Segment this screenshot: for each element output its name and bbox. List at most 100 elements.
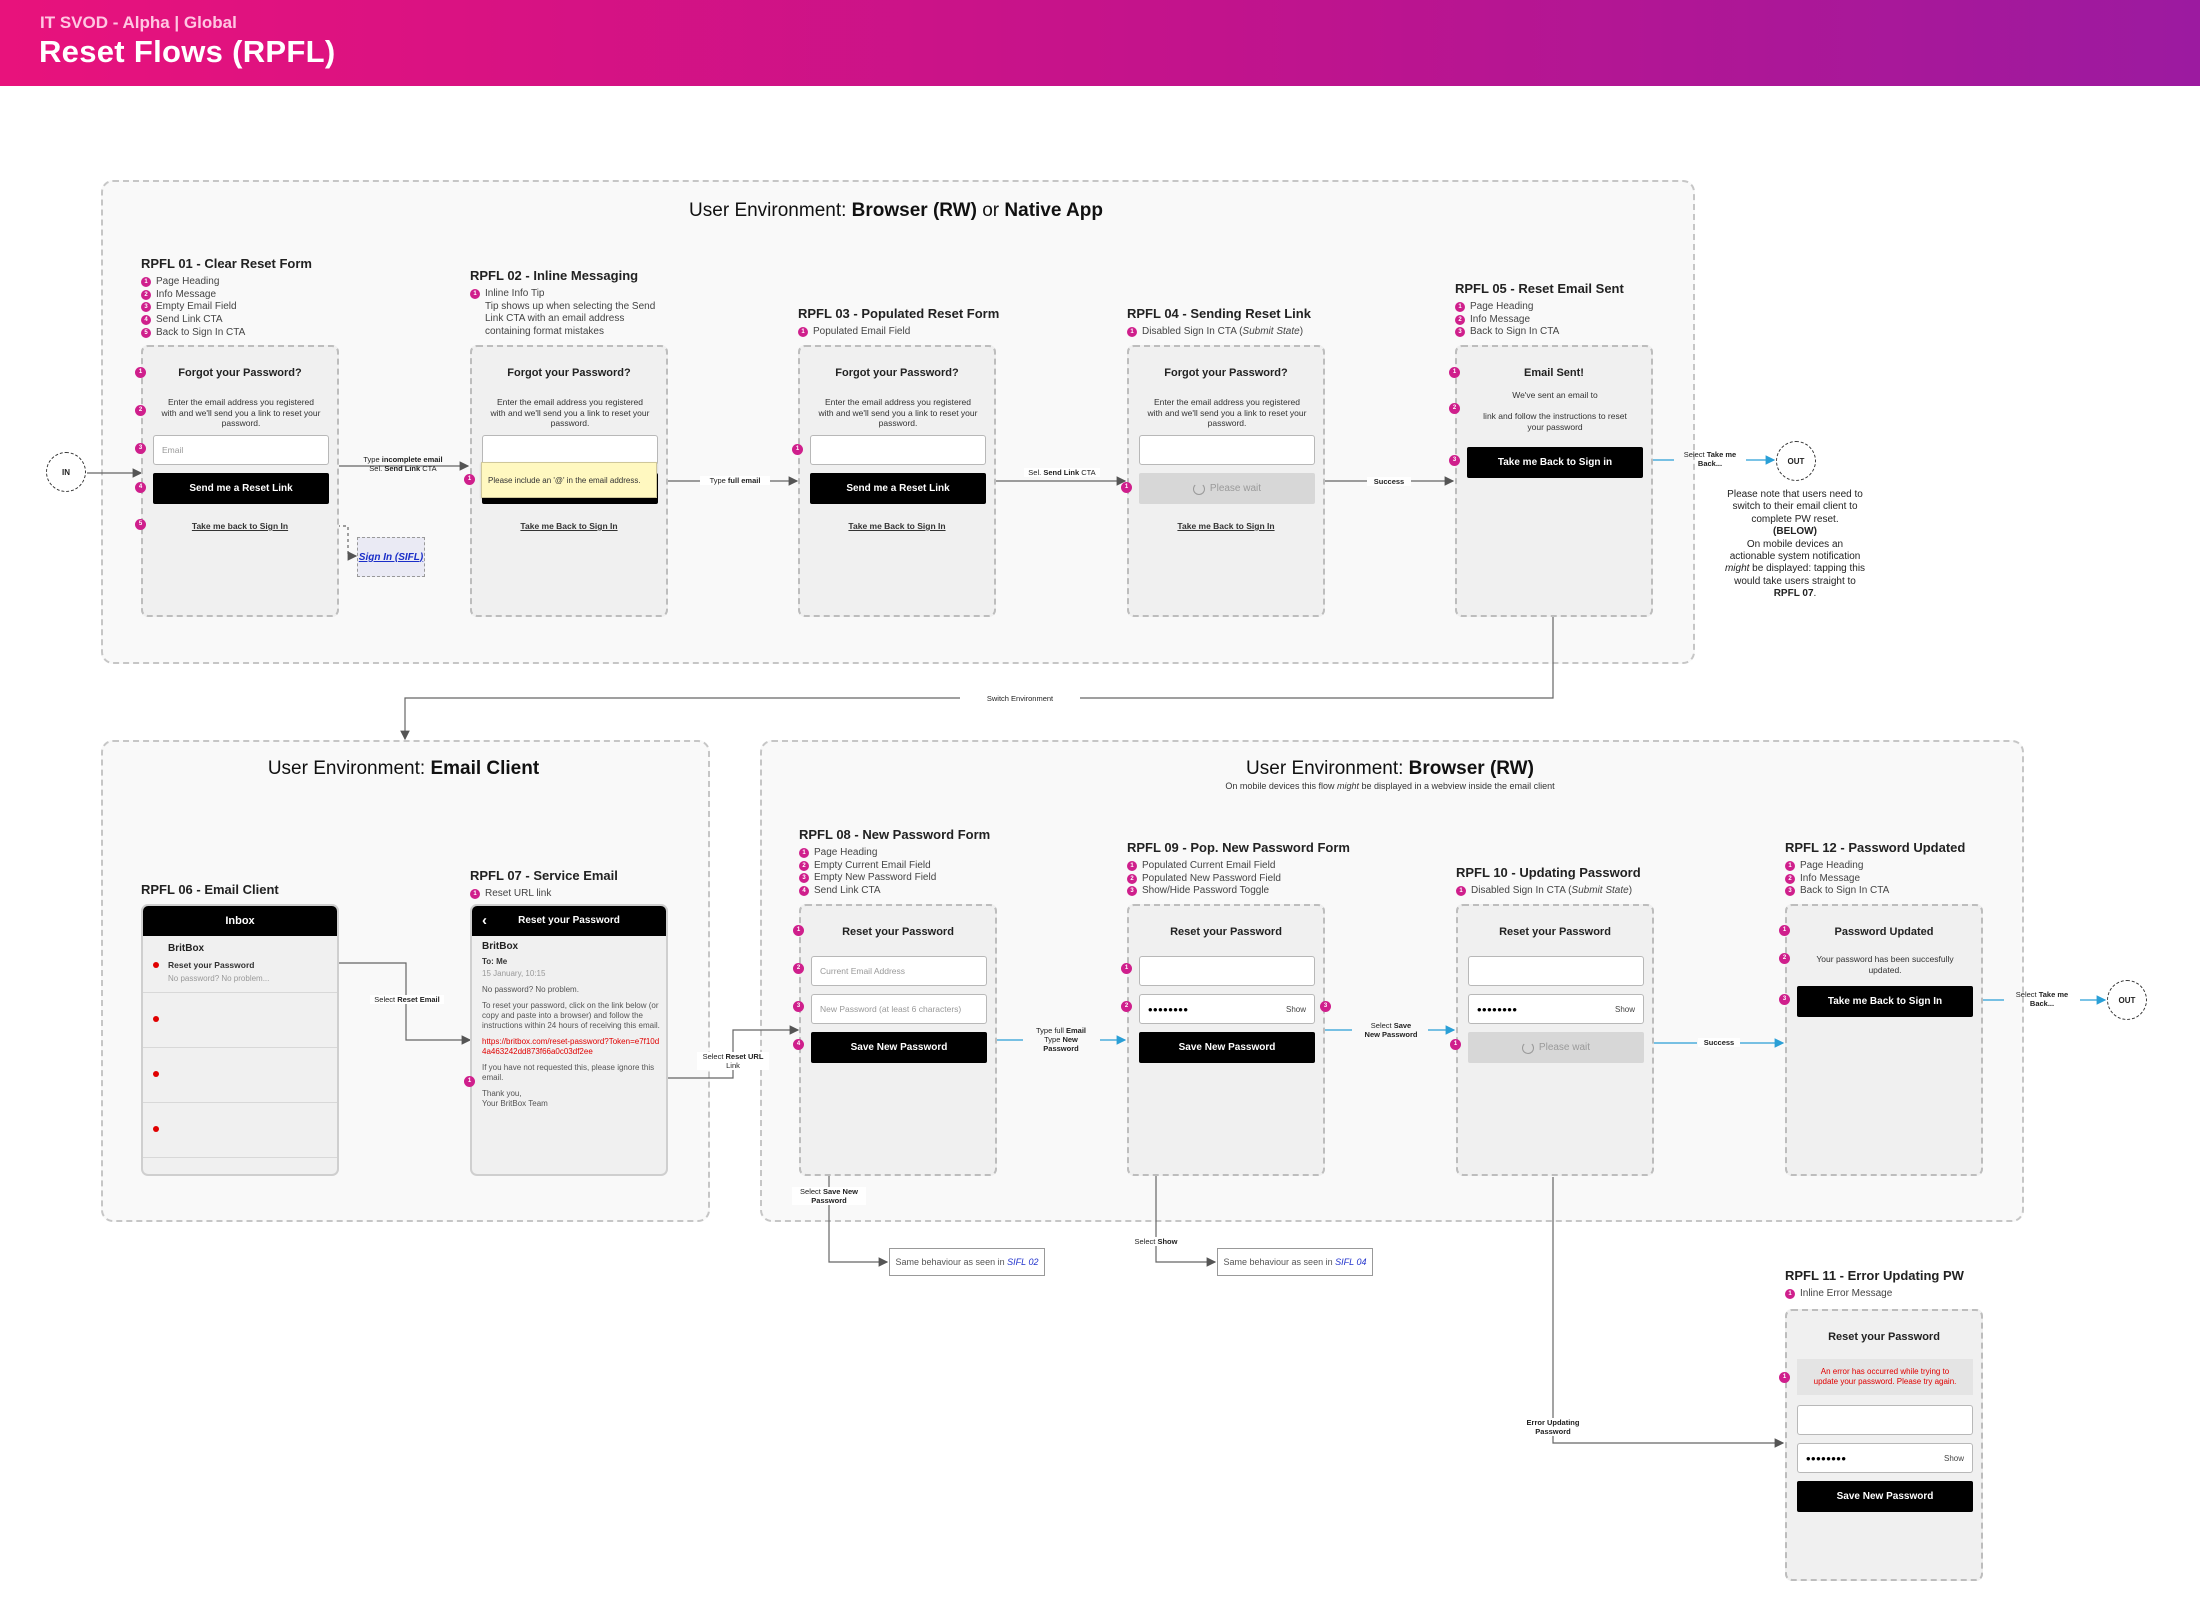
- new-password-field[interactable]: New Password (at least 6 characters): [811, 994, 987, 1024]
- back-to-sign-in-button[interactable]: Take me Back to Sign In: [1797, 986, 1973, 1017]
- screen-title-rpfl06: RPFL 06 - Email Client: [141, 882, 279, 897]
- legend-rpfl04: 1 Disabled Sign In CTA (Submit State): [1127, 326, 1327, 339]
- email-to: To: Me: [482, 957, 508, 966]
- email-paragraph: If you have not requested this, please i…: [482, 1063, 655, 1082]
- label-select-save-new-password: Select Save New Password: [792, 1187, 866, 1205]
- back-to-sign-in-button[interactable]: Take me Back to Sign in: [1467, 447, 1643, 478]
- reset-url-link[interactable]: https://britbox.com/reset-password?Token…: [482, 1037, 660, 1057]
- forgot-heading: Forgot your Password?: [835, 367, 959, 379]
- loading-spinner-icon: [1192, 482, 1205, 495]
- label-type-full-email-new-pw: Type full Email Type New Password: [1035, 1026, 1087, 1053]
- unread-dot-icon: [153, 962, 159, 968]
- screen-title-rpfl11: RPFL 11 - Error Updating PW: [1785, 1268, 1964, 1283]
- save-new-password-button[interactable]: Save New Password: [1139, 1032, 1315, 1063]
- email-from: BritBox: [482, 941, 519, 952]
- badge: 3: [1449, 455, 1460, 466]
- screen-title-rpfl04: RPFL 04 - Sending Reset Link: [1127, 306, 1311, 321]
- badge: 1: [1779, 1372, 1790, 1383]
- label-select-take-me-back-2: Select Take me Back...: [2015, 990, 2069, 1008]
- email-signoff: Thank you,: [482, 1089, 522, 1098]
- current-email-field[interactable]: Current Email Address: [811, 956, 987, 986]
- reference-sifl04: Same behaviour as seen in SIFL 04: [1217, 1248, 1373, 1276]
- back-to-sign-in-link[interactable]: Take me back to Sign In: [143, 521, 337, 531]
- label-type-incomplete: Type incomplete email Sel. Send Link CTA: [363, 455, 443, 473]
- back-to-sign-in-link[interactable]: Take me Back to Sign In: [472, 521, 666, 531]
- info-message: Your password has been succesfully updat…: [1816, 954, 1954, 975]
- password-updated-heading: Password Updated: [1834, 926, 1934, 938]
- email-preview: No password? No problem...: [168, 974, 270, 983]
- badge: 3: [135, 443, 146, 454]
- label-error-updating: Error Updating Password: [1522, 1418, 1584, 1436]
- save-new-password-button[interactable]: Save New Password: [1797, 1481, 1973, 1512]
- inline-error-message: An error has occurred while trying to up…: [1797, 1359, 1973, 1395]
- inbox-email-row[interactable]: BritBox Reset your Password No password?…: [143, 936, 337, 993]
- screen-rpfl04: Forgot your Password? Enter the email ad…: [1127, 345, 1325, 617]
- screen-rpfl03: Forgot your Password? Enter the email ad…: [798, 345, 996, 617]
- screen-rpfl11: Reset your Password An error has occurre…: [1785, 1309, 1983, 1581]
- current-email-field[interactable]: [1139, 956, 1315, 986]
- badge: 3: [1779, 994, 1790, 1005]
- email-paragraph: No password? No problem.: [482, 985, 579, 994]
- badge: 1: [1121, 963, 1132, 974]
- flow-end-node-2: OUT: [2107, 980, 2147, 1020]
- forgot-heading: Forgot your Password?: [1164, 367, 1288, 379]
- arrow-10-to-11: [1552, 1177, 1785, 1448]
- badge: 1: [792, 444, 803, 455]
- badge: 2: [793, 963, 804, 974]
- screen-title-rpfl07: RPFL 07 - Service Email: [470, 868, 618, 883]
- screen-rpfl01: Forgot your Password? Enter the email ad…: [141, 345, 339, 617]
- save-new-password-button[interactable]: Save New Password: [811, 1032, 987, 1063]
- show-password-toggle[interactable]: Show: [1944, 1454, 1964, 1463]
- email-field[interactable]: Email: [153, 435, 329, 465]
- inline-info-tip: Please include an '@' in the email addre…: [481, 462, 657, 498]
- new-password-field[interactable]: •••••••• Show: [1797, 1443, 1973, 1473]
- label-sel-send-link: Sel. Send Link CTA: [1024, 468, 1100, 477]
- back-to-sign-in-link[interactable]: Take me Back to Sign In: [1129, 521, 1323, 531]
- screen-title-rpfl12: RPFL 12 - Password Updated: [1785, 840, 1966, 855]
- screen-rpfl06: Inbox BritBox Reset your Password No pas…: [141, 904, 339, 1176]
- back-to-sign-in-link[interactable]: Take me Back to Sign In: [800, 521, 994, 531]
- badge: 2: [135, 405, 146, 416]
- screen-title-rpfl03: RPFL 03 - Populated Reset Form: [798, 306, 1000, 321]
- screen-rpfl07: ‹ Reset your Password BritBox To: Me 15 …: [470, 904, 668, 1176]
- send-reset-link-button[interactable]: Send me a Reset Link: [810, 473, 986, 504]
- label-select-save-new: Select Save New Password: [1364, 1021, 1418, 1039]
- label-success: Success: [1367, 477, 1411, 486]
- info-message: Enter the email address you registered w…: [818, 397, 978, 428]
- unread-dot-icon: [153, 1126, 159, 1132]
- screen-title-rpfl09: RPFL 09 - Pop. New Password Form: [1127, 840, 1350, 855]
- label-switch-environment: Switch Environment: [960, 694, 1080, 703]
- out-note: Please note that users need to switch to…: [1724, 489, 1866, 600]
- new-password-field[interactable]: •••••••• Show: [1468, 994, 1644, 1024]
- label-select-reset-email: Select Reset Email: [370, 995, 444, 1004]
- email-field[interactable]: [810, 435, 986, 465]
- info-message: Enter the email address you registered w…: [161, 397, 321, 428]
- screen-title-rpfl02: RPFL 02 - Inline Messaging: [470, 268, 639, 283]
- legend-rpfl10: 1 Disabled Sign In CTA (Submit State): [1456, 885, 1656, 898]
- reset-password-heading: Reset your Password: [1499, 926, 1611, 938]
- reset-password-heading: Reset your Password: [842, 926, 954, 938]
- label-select-show: Select Show: [1128, 1237, 1184, 1246]
- email-field[interactable]: [1139, 435, 1315, 465]
- email-paragraph: To reset your password, click on the lin…: [482, 1001, 660, 1030]
- email-field[interactable]: [482, 435, 658, 465]
- inbox-email-row[interactable]: [143, 992, 337, 1048]
- email-header-title: Reset your Password: [518, 915, 620, 926]
- show-password-toggle[interactable]: Show: [1615, 1005, 1635, 1014]
- inbox-header: Inbox: [143, 906, 337, 936]
- new-password-field[interactable]: •••••••• Show: [1139, 994, 1315, 1024]
- show-password-toggle[interactable]: Show: [1286, 1005, 1306, 1014]
- current-email-field[interactable]: [1797, 1405, 1973, 1435]
- flow-end-node-1: OUT: [1776, 441, 1816, 481]
- legend-rpfl11: 1 Inline Error Message: [1785, 1288, 1985, 1301]
- badge: 2: [1779, 953, 1790, 964]
- inbox-email-row[interactable]: [143, 1102, 337, 1158]
- current-email-field[interactable]: [1468, 956, 1644, 986]
- inbox-email-row[interactable]: [143, 1047, 337, 1103]
- send-reset-link-button[interactable]: Send me a Reset Link: [153, 473, 329, 504]
- arrow-09-to-ref2: [1155, 1162, 1217, 1267]
- legend-rpfl02: 1 Inline Info Tip Tip shows up when selec…: [470, 288, 665, 339]
- screen-rpfl10: Reset your Password •••••••• Show Please…: [1456, 904, 1654, 1176]
- email-sender: BritBox: [168, 943, 205, 954]
- screen-rpfl02: Forgot your Password? Enter the email ad…: [470, 345, 668, 617]
